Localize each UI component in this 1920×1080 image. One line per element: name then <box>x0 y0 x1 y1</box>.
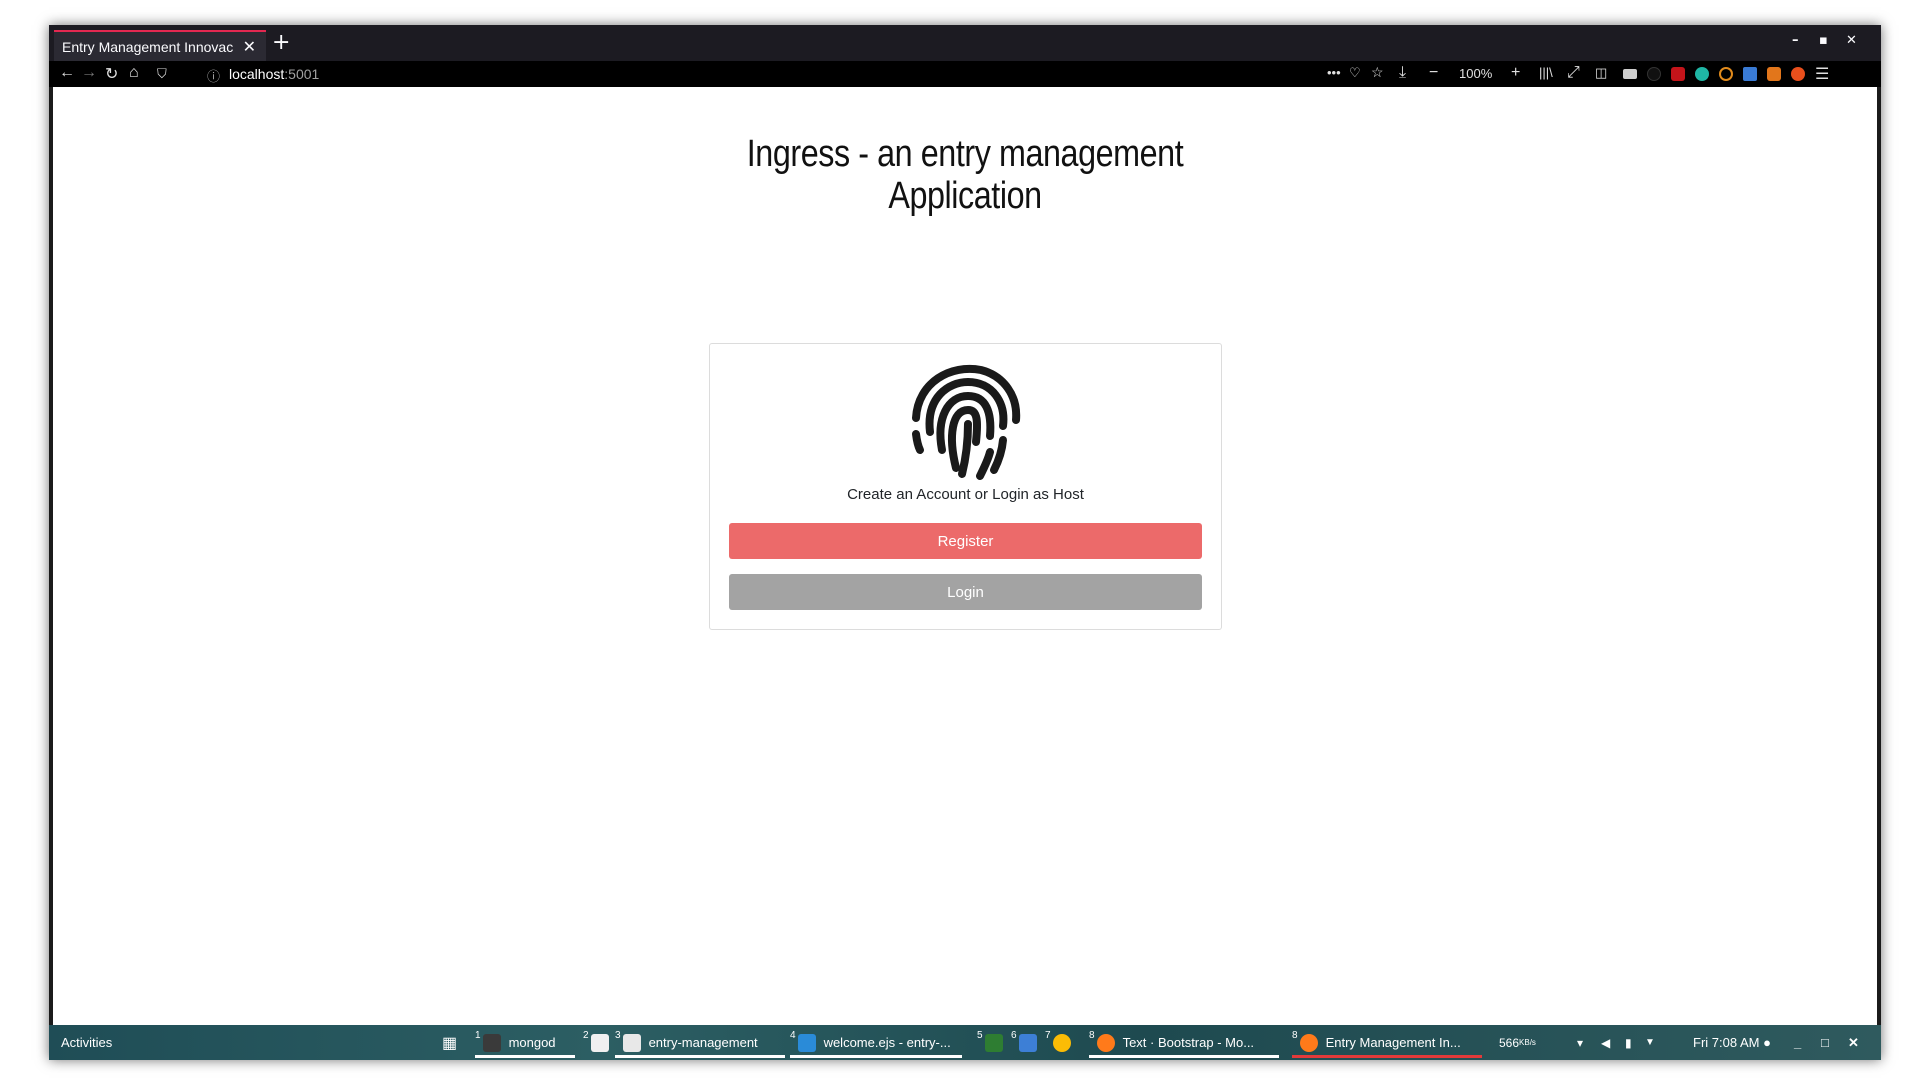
menu-icon[interactable]: ☰ <box>1815 64 1829 84</box>
page-title-line: Ingress - an entry management <box>746 133 1184 175</box>
firefox-icon <box>1096 1033 1115 1052</box>
login-button[interactable]: Login <box>729 574 1202 610</box>
pocket-icon[interactable]: ♡ <box>1349 65 1361 81</box>
fingerprint-icon <box>912 364 1021 480</box>
taskbar-item-bootstrap[interactable]: 8 Text · Bootstrap - Mo... <box>1089 1025 1279 1060</box>
taskbar-item-7[interactable]: 7 <box>1045 1025 1079 1060</box>
network-speed-value: 566 <box>1499 1035 1520 1050</box>
taskbar-item-label: Text · Bootstrap - Mo... <box>1122 1035 1255 1050</box>
files-icon <box>622 1033 641 1052</box>
tab-close-icon[interactable]: ✕ <box>243 37 256 57</box>
site-info-icon[interactable]: ⓘ <box>207 66 220 85</box>
fullscreen-icon[interactable]: ⤢ <box>1567 64 1580 82</box>
shield-icon[interactable]: ⛉ <box>157 66 167 82</box>
clock-label: Fri 7:08 AM ● <box>1693 1035 1771 1050</box>
chrome-icon <box>1052 1033 1071 1052</box>
taskbar-item-entry-management-browser[interactable]: 8 Entry Management In... <box>1292 1025 1482 1060</box>
network-speed-unit: KB/s <box>1519 1038 1536 1047</box>
vscode-icon <box>797 1033 816 1052</box>
window-maximize-icon[interactable]: ▪ <box>1819 33 1828 48</box>
activities-label: Activities <box>61 1035 113 1050</box>
extension-icon[interactable] <box>1743 67 1757 81</box>
taskbar-item-mongod[interactable]: 1 mongod <box>475 1025 575 1060</box>
browser-tab-active[interactable]: Entry Management Innovac ✕ <box>54 30 266 61</box>
zoom-level[interactable]: 100% <box>1459 66 1492 81</box>
new-tab-icon[interactable]: + <box>272 30 290 55</box>
taskbar-item-label: entry-management <box>648 1035 758 1050</box>
reload-icon[interactable]: ↻ <box>105 64 118 84</box>
url-bar[interactable]: localhost:5001 <box>229 66 319 82</box>
forward-icon[interactable]: → <box>81 64 97 82</box>
taskbar: Activities ▦ 1 mongod 2 3 entry-manageme… <box>49 1025 1881 1060</box>
taskbar-item-vscode[interactable]: 4 welcome.ejs - entry-... <box>790 1025 962 1060</box>
adblock-icon[interactable] <box>1671 67 1685 81</box>
extension-icon[interactable] <box>1695 67 1709 81</box>
app-grid-icon[interactable]: ▦ <box>442 1025 457 1060</box>
back-icon[interactable]: ← <box>59 64 75 82</box>
app-icon <box>1018 1033 1037 1052</box>
register-button[interactable]: Register <box>729 523 1202 559</box>
window-minimize-icon[interactable]: – <box>1792 33 1799 48</box>
url-host: localhost <box>229 66 285 82</box>
extension-icon[interactable] <box>1719 67 1733 81</box>
firefox-icon <box>1299 1033 1318 1052</box>
navigation-toolbar: ← → ↻ ⌂ ⛉ ⓘ localhost:5001 ••• ♡ ☆ ⤓ − 1… <box>49 61 1881 87</box>
screen-frame: Entry Management Innovac ✕ + – ▪ ✕ ← → ↻… <box>49 25 1881 1060</box>
bookmark-star-icon[interactable]: ☆ <box>1371 64 1384 81</box>
more-actions-icon[interactable]: ••• <box>1327 65 1341 80</box>
download-icon[interactable]: ⤓ <box>1399 64 1406 82</box>
wifi-icon[interactable]: ▾ <box>1577 1025 1583 1060</box>
sidebar-icon[interactable]: ◫ <box>1595 65 1607 81</box>
panel-close-icon[interactable]: ✕ <box>1848 1025 1859 1060</box>
taskbar-item-5[interactable]: 5 <box>977 1025 1011 1060</box>
taskbar-item-entry-management[interactable]: 3 entry-management <box>615 1025 785 1060</box>
system-menu-chevron-icon[interactable]: ▼ <box>1645 1025 1655 1060</box>
page-title-line: Application <box>888 175 1042 217</box>
activities-button[interactable]: Activities <box>61 1025 112 1060</box>
battery-icon[interactable]: ▮ <box>1625 1025 1632 1060</box>
web-page: Ingress - an entry management Applicatio… <box>53 87 1877 1025</box>
zoom-in-icon[interactable]: + <box>1511 64 1520 82</box>
page-title: Ingress - an entry management Applicatio… <box>190 133 1740 217</box>
extension-icon[interactable] <box>1791 67 1805 81</box>
document-icon <box>590 1033 609 1052</box>
taskbar-item-6[interactable]: 6 <box>1011 1025 1045 1060</box>
home-icon[interactable]: ⌂ <box>129 64 139 82</box>
clock[interactable]: Fri 7:08 AM ● <box>1693 1025 1771 1060</box>
tab-title: Entry Management Innovac <box>62 38 234 55</box>
network-speed: 566 KB/s <box>1499 1025 1536 1060</box>
auth-card: Create an Account or Login as Host Regis… <box>709 343 1222 630</box>
volume-icon[interactable]: ◀ <box>1601 1025 1610 1060</box>
panel-maximize-icon[interactable]: □ <box>1821 1025 1829 1060</box>
terminal-icon <box>482 1033 501 1052</box>
terminal-icon <box>984 1033 1003 1052</box>
panel-minimize-icon[interactable]: _ <box>1794 1025 1801 1060</box>
taskbar-item-label: Entry Management In... <box>1325 1035 1461 1050</box>
extension-icon[interactable] <box>1623 69 1637 79</box>
library-icon[interactable]: |||\ <box>1539 65 1553 80</box>
card-instructions: Create an Account or Login as Host <box>847 486 1084 503</box>
metamask-icon[interactable] <box>1767 67 1781 81</box>
extension-icon[interactable] <box>1647 67 1661 81</box>
tab-strip: Entry Management Innovac ✕ + – ▪ ✕ <box>49 25 1881 61</box>
window-close-icon[interactable]: ✕ <box>1846 33 1857 48</box>
taskbar-item-label: welcome.ejs - entry-... <box>823 1035 951 1050</box>
url-port: :5001 <box>284 66 320 82</box>
taskbar-item-label: mongod <box>508 1035 556 1050</box>
zoom-out-icon[interactable]: − <box>1429 64 1438 82</box>
taskbar-item-2[interactable]: 2 <box>583 1025 617 1060</box>
